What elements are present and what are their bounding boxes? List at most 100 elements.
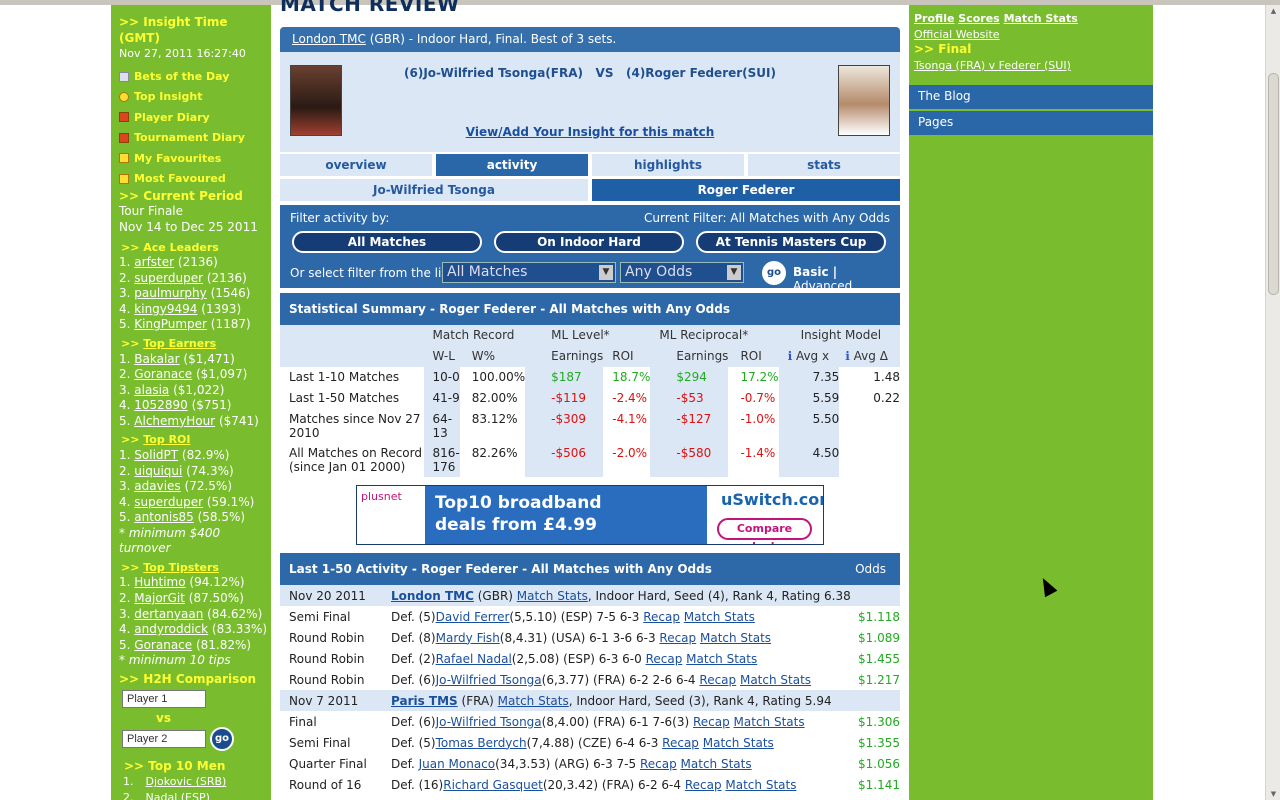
recap-link[interactable]: Recap (646, 652, 683, 666)
profile-link[interactable]: Profile (914, 12, 954, 25)
user-link[interactable]: dertanyaan (134, 607, 203, 621)
player-link[interactable]: Djokovic (SRB) (146, 775, 227, 788)
sidebar-menu-link[interactable]: My Favourites (134, 151, 221, 167)
filter-go-button[interactable]: go (762, 261, 786, 285)
broadband-ad[interactable]: plusnet Top10 broadband deals from £4.99 … (356, 485, 824, 545)
player1-input[interactable] (122, 690, 206, 709)
top-earners-link[interactable]: Top Earners (143, 337, 216, 350)
top-tipsters-link[interactable]: Top Tipsters (143, 561, 219, 574)
recap-link[interactable]: Recap (685, 778, 722, 792)
scroll-up-icon[interactable]: ▲ (1269, 7, 1278, 15)
h2h-go-button[interactable]: go (210, 726, 234, 751)
recap-link[interactable]: Recap (699, 673, 736, 687)
user-link[interactable]: alasia (134, 383, 169, 397)
user-link[interactable]: adavies (134, 479, 180, 493)
sidebar-menu-link[interactable]: Most Favoured (134, 171, 226, 187)
match-filter-select[interactable]: All Matches ▼ (442, 262, 616, 283)
user-link[interactable]: superduper (134, 495, 203, 509)
match-link[interactable]: Tsonga (FRA) v Federer (SUI) (914, 59, 1071, 72)
user-link[interactable]: MajorGit (134, 591, 185, 605)
filter-button[interactable]: All Matches (292, 231, 482, 253)
user-link[interactable]: superduper (134, 271, 203, 285)
sidebar-menu-item[interactable]: Most Favoured (119, 168, 271, 188)
blog-nav[interactable]: The Blog (909, 85, 1153, 109)
recap-link[interactable]: Recap (659, 631, 696, 645)
match-stats-link[interactable]: Match Stats (700, 631, 771, 645)
user-link[interactable]: antonis85 (134, 510, 193, 524)
opponent-link[interactable]: Juan Monaco (419, 757, 496, 771)
scroll-down-icon[interactable]: ▼ (1269, 790, 1278, 798)
tournament-name-link[interactable]: Paris TMS (391, 694, 458, 708)
tab-stats[interactable]: stats (748, 154, 900, 176)
user-link[interactable]: uiquiqui (134, 464, 182, 478)
filter-button[interactable]: On Indoor Hard (494, 231, 684, 253)
view-add-insight-link[interactable]: View/Add Your Insight for this match (466, 125, 715, 139)
sidebar-menu-link[interactable]: Top Insight (134, 89, 203, 105)
recap-link[interactable]: Recap (643, 610, 680, 624)
list-value: ($741) (218, 413, 259, 428)
tab-highlights[interactable]: highlights (592, 154, 744, 176)
match-stats-link[interactable]: Match Stats (684, 610, 755, 624)
tab-activity[interactable]: activity (436, 154, 588, 176)
user-link[interactable]: kingy9494 (134, 302, 197, 316)
top-roi-link[interactable]: Top ROI (143, 433, 190, 446)
tournament-match-stats-link[interactable]: Match Stats (517, 589, 588, 603)
match-stats-link[interactable]: Match Stats (725, 778, 796, 792)
opponent-link[interactable]: Mardy Fish (436, 631, 500, 645)
sidebar-menu-link[interactable]: Bets of the Day (134, 69, 229, 85)
user-link[interactable]: SolidPT (134, 448, 178, 462)
pages-nav[interactable]: Pages (909, 111, 1153, 135)
player-tab[interactable]: Roger Federer (592, 179, 900, 201)
match-stats-link[interactable]: Match Stats (1004, 12, 1078, 25)
opponent-link[interactable]: Tomas Berdych (436, 736, 527, 750)
opponent-link[interactable]: Rafael Nadal (436, 652, 512, 666)
opponent-link[interactable]: Jo-Wilfried Tsonga (436, 673, 542, 687)
sidebar-menu-item[interactable]: Top Insight (119, 87, 271, 107)
match-stats-link[interactable]: Match Stats (681, 757, 752, 771)
match-stats-link[interactable]: Match Stats (740, 673, 811, 687)
user-link[interactable]: Goranace (134, 638, 192, 652)
player2-input[interactable] (122, 729, 206, 748)
sidebar-menu-link[interactable]: Player Diary (134, 110, 210, 126)
match-stats-link[interactable]: Match Stats (703, 736, 774, 750)
tab-overview[interactable]: overview (280, 154, 432, 176)
user-link[interactable]: andyroddick (134, 622, 208, 636)
tournament-name-link[interactable]: London TMC (391, 589, 474, 603)
user-link[interactable]: paulmurphy (134, 286, 206, 300)
tournament-match-stats-link[interactable]: Match Stats (498, 694, 569, 708)
scrollbar-thumb[interactable] (1268, 73, 1279, 295)
user-link[interactable]: arfster (134, 255, 174, 269)
recap-link[interactable]: Recap (662, 736, 699, 750)
recap-link[interactable]: Recap (693, 715, 730, 729)
official-website-link[interactable]: Official Website (914, 28, 1000, 41)
sidebar-menu-item[interactable]: Bets of the Day (119, 67, 271, 87)
sidebar-menu-item[interactable]: Player Diary (119, 107, 271, 127)
match-stats-link[interactable]: Match Stats (734, 715, 805, 729)
user-link[interactable]: Bakalar (134, 352, 179, 366)
tournament-link[interactable]: London TMC (292, 32, 366, 46)
player-tab[interactable]: Jo-Wilfried Tsonga (280, 179, 588, 201)
column-header: W-L (423, 346, 460, 367)
result-prefix: Def. (391, 756, 419, 771)
compare-deals-button[interactable]: Compare deals (717, 518, 812, 544)
sidebar-menu-item[interactable]: My Favourites (119, 148, 271, 168)
recap-link[interactable]: Recap (640, 757, 677, 771)
opponent-link[interactable]: Jo-Wilfried Tsonga (436, 715, 542, 729)
filter-button[interactable]: At Tennis Masters Cup (696, 231, 886, 253)
odds-column-label: Odds (855, 562, 886, 576)
sidebar-menu-item[interactable]: Tournament Diary (119, 128, 271, 148)
player-link[interactable]: Nadal (ESP) (146, 791, 210, 800)
odds-filter-select[interactable]: Any Odds ▼ (620, 262, 744, 283)
user-link[interactable]: Goranace (134, 367, 192, 381)
opponent-link[interactable]: David Ferrer (436, 610, 510, 624)
advanced-link[interactable]: Advanced (793, 279, 852, 293)
user-link[interactable]: AlchemyHour (134, 414, 215, 428)
user-link[interactable]: KingPumper (134, 317, 207, 331)
match-stats-link[interactable]: Match Stats (686, 652, 757, 666)
opponent-link[interactable]: Richard Gasquet (443, 778, 543, 792)
user-link[interactable]: Huhtimo (134, 575, 185, 589)
user-link[interactable]: 1052890 (134, 398, 187, 412)
sidebar-menu-link[interactable]: Tournament Diary (134, 130, 245, 146)
scores-link[interactable]: Scores (958, 12, 999, 25)
page-scrollbar[interactable]: ▲ ▼ (1265, 5, 1280, 800)
